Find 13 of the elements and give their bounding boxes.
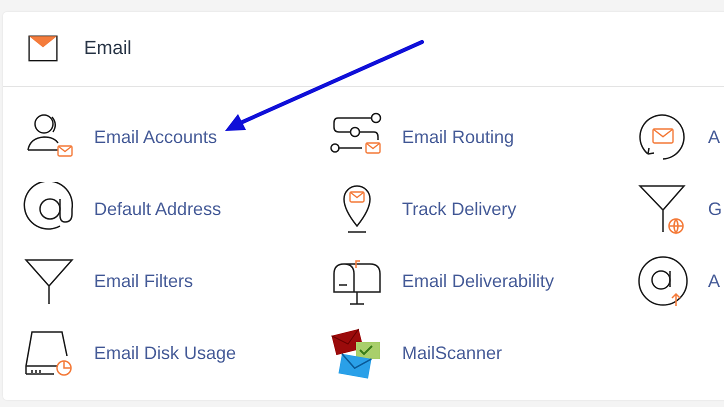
email-tool-link[interactable]: G bbox=[636, 173, 724, 245]
email-tool-link[interactable]: MailScanner bbox=[330, 317, 636, 389]
email-tool-link[interactable]: Email Disk Usage bbox=[22, 317, 330, 389]
at-upload-icon bbox=[636, 254, 690, 308]
email-tool-link[interactable]: A bbox=[636, 101, 724, 173]
email-tool-link[interactable]: Default Address bbox=[22, 173, 330, 245]
email-tool-link[interactable]: Email Routing bbox=[330, 101, 636, 173]
email-tool-link[interactable]: Track Delivery bbox=[330, 173, 636, 245]
email-tool-link[interactable]: Email Accounts bbox=[22, 101, 330, 173]
email-tool-link[interactable]: Email Filters bbox=[22, 245, 330, 317]
email-tool-link[interactable]: Email Deliverability bbox=[330, 245, 636, 317]
email-tool-link[interactable]: A bbox=[636, 245, 724, 317]
section-title: Email bbox=[84, 38, 132, 60]
